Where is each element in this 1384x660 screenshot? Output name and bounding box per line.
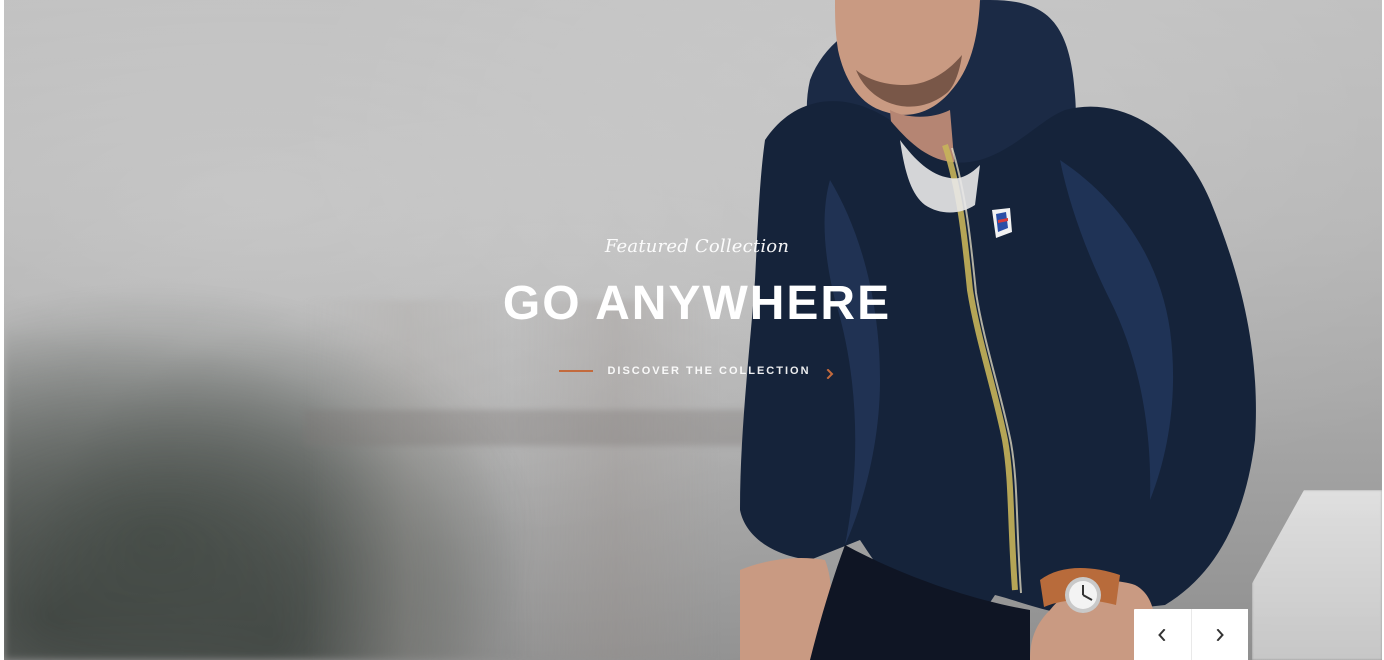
slider-next-button[interactable] bbox=[1191, 609, 1248, 660]
cta-accent-line bbox=[559, 370, 594, 372]
discover-collection-link[interactable]: DISCOVER THE COLLECTION bbox=[4, 361, 1382, 381]
chevron-right-icon bbox=[1215, 628, 1225, 641]
chevron-left-icon bbox=[1157, 628, 1167, 641]
model-illustration bbox=[740, 0, 1256, 660]
chevron-right-icon bbox=[825, 366, 835, 380]
slider-prev-button[interactable] bbox=[1134, 609, 1191, 660]
chevron-right-icon-svg bbox=[1216, 628, 1224, 641]
cta-label: DISCOVER THE COLLECTION bbox=[607, 365, 811, 377]
hero-model-image bbox=[740, 0, 1270, 660]
slider-controls bbox=[1134, 609, 1248, 660]
chevron-left-icon-svg bbox=[1158, 628, 1166, 641]
chevron-right-icon-svg bbox=[826, 368, 833, 380]
hero-banner: Featured Collection GO ANYWHERE DISCOVER… bbox=[4, 0, 1382, 660]
